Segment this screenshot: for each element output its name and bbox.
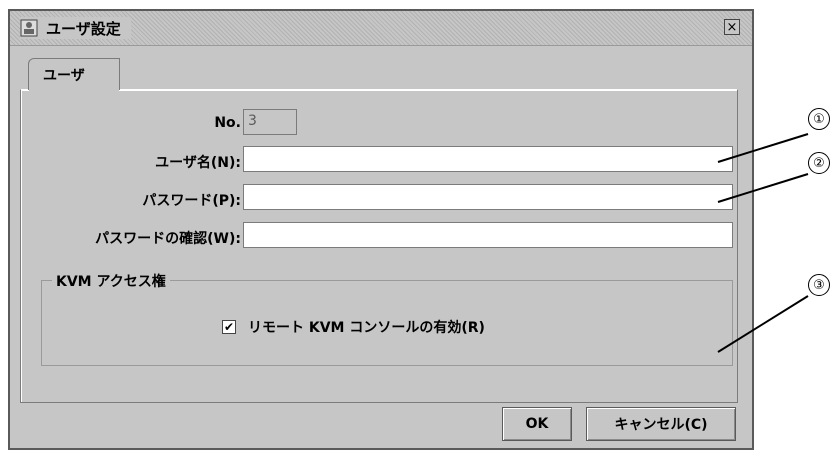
callout-leaders <box>717 133 809 353</box>
callout-2: ② <box>808 152 830 174</box>
callout-1-leader <box>717 133 809 163</box>
callout-1: ① <box>808 108 830 130</box>
callout-3: ③ <box>808 274 830 296</box>
callout-3-leader <box>717 295 809 353</box>
tab-user[interactable]: ユーザ <box>28 58 120 91</box>
callout-2-leader <box>717 173 809 203</box>
